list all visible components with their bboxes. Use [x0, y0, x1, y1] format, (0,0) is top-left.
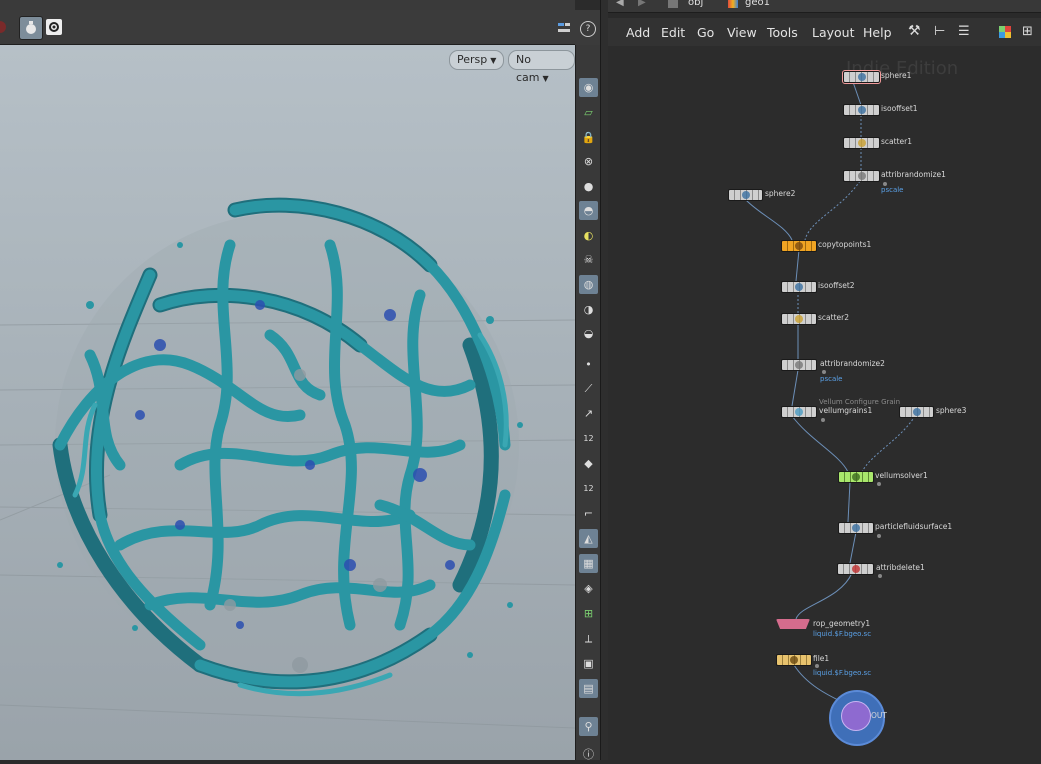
wire [791, 369, 799, 407]
vellum-solver-node-icon [852, 473, 860, 481]
node-label-vellumgrains1: vellumgrains1 [819, 406, 873, 415]
node-sub-rop-geometry1: liquid.$F.bgeo.sc [813, 630, 872, 638]
out-node-icon [841, 701, 871, 731]
node-label-copytopoints1: copytopoints1 [818, 240, 872, 249]
node-sub-attribrandomize1: pscale [881, 186, 904, 194]
node-isooffset1[interactable] [843, 104, 880, 116]
node-comment-vellumgrains1: Vellum Configure Grain [819, 398, 901, 406]
node-label-isooffset1: isooffset1 [881, 104, 918, 113]
node-label-out: OUT [871, 711, 887, 720]
node-flag-dot [821, 418, 825, 422]
attribrandomize-node-icon [795, 361, 803, 369]
node-copytopoints1[interactable] [781, 240, 817, 252]
attribdelete-node-icon [851, 565, 860, 573]
node-sphere2[interactable] [728, 189, 763, 201]
vellum-node-icon [795, 408, 803, 416]
node-attribrandomize2[interactable] [781, 359, 817, 371]
sphere-node-icon [912, 408, 921, 416]
node-particlefluidsurface1[interactable] [838, 522, 874, 534]
node-vellumsolver1[interactable] [838, 471, 874, 483]
scatter-node-icon [795, 315, 803, 323]
node-sphere1[interactable] [842, 70, 881, 84]
node-sub-attribrandomize2: pscale [820, 375, 843, 383]
file-node-icon [790, 656, 798, 664]
node-sub-file1: liquid.$F.bgeo.sc [813, 669, 872, 677]
node-label-sphere2: sphere2 [765, 189, 796, 198]
node-label-particlefluidsurface1: particlefluidsurface1 [875, 522, 953, 531]
node-attribrandomize1[interactable] [843, 170, 880, 182]
node-label-rop-geometry1: rop_geometry1 [813, 619, 871, 628]
isooffset-node-icon [795, 283, 803, 291]
node-file1[interactable] [776, 654, 812, 666]
node-flag-dot [878, 574, 882, 578]
wire [795, 249, 800, 282]
scatter-node-icon [857, 139, 866, 147]
node-label-sphere3: sphere3 [936, 406, 967, 415]
wire [804, 180, 861, 241]
sphere-node-icon [741, 191, 750, 199]
copytopoints-node-icon [795, 242, 803, 250]
node-label-scatter2: scatter2 [818, 313, 849, 322]
node-rop-geometry1[interactable] [776, 619, 810, 629]
node-scatter2[interactable] [781, 313, 817, 325]
node-label-attribrandomize1: attribrandomize1 [881, 170, 946, 179]
node-flag-dot [877, 482, 881, 486]
node-vellumgrains1[interactable] [781, 406, 817, 418]
wire [849, 531, 857, 564]
node-scatter1[interactable] [843, 137, 880, 149]
node-label-attribdelete1: attribdelete1 [876, 563, 925, 572]
node-label-file1: file1 [813, 654, 830, 663]
isooffset-node-icon [857, 106, 866, 114]
node-label-attribrandomize2: attribrandomize2 [820, 359, 885, 368]
node-sphere3[interactable] [899, 406, 934, 418]
fluid-surface-node-icon [852, 524, 860, 532]
node-label-sphere1: sphere1 [881, 71, 912, 80]
node-label-scatter1: scatter1 [881, 137, 912, 146]
wire [847, 481, 851, 523]
wire [744, 198, 793, 241]
node-flag-dot [815, 664, 819, 668]
node-label-isooffset2: isooffset2 [818, 281, 855, 290]
node-flag-dot [822, 370, 826, 374]
node-wires [744, 81, 916, 707]
node-flag-dot [877, 534, 881, 538]
node-attribdelete1[interactable] [837, 563, 874, 575]
node-label-vellumsolver1: vellumsolver1 [875, 471, 928, 480]
wire [852, 81, 862, 106]
wire [861, 415, 916, 473]
sphere-node-icon [857, 73, 866, 81]
node-isooffset2[interactable] [781, 281, 817, 293]
attribrandomize-node-icon [857, 172, 866, 180]
wire [795, 572, 853, 620]
wire [791, 415, 849, 473]
